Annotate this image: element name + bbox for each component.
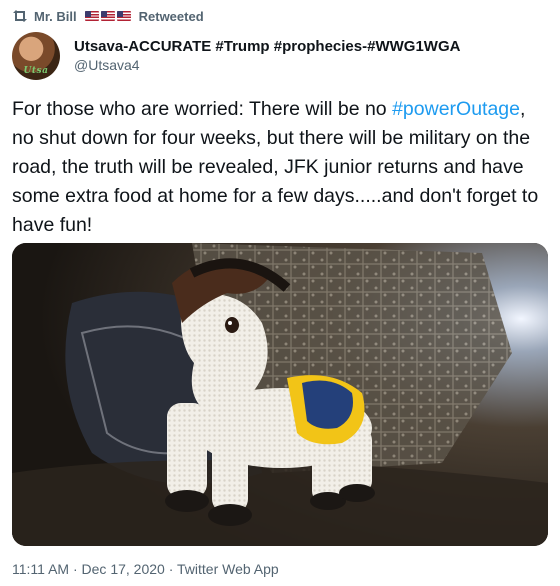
us-flag-icon [116, 11, 131, 21]
meta-separator: · [164, 561, 178, 577]
us-flag-icon [84, 11, 99, 21]
retweeted-label: Retweeted [138, 8, 204, 24]
tweet-header: Utsa Utsava-ACCURATE #Trump #prophecies-… [12, 32, 460, 80]
retweet-icon [12, 9, 28, 23]
tweet-meta: 11:11 AM · Dec 17, 2020 · Twitter Web Ap… [12, 561, 279, 577]
tweet-source[interactable]: Twitter Web App [177, 561, 279, 577]
hashtag-link[interactable]: #powerOutage [392, 98, 520, 120]
flag-emoji-group [84, 11, 131, 21]
retweet-context[interactable]: Mr. Bill Retweeted [12, 6, 204, 26]
author-handle[interactable]: @Utsava4 [74, 56, 460, 75]
us-flag-icon [100, 11, 115, 21]
author-display-name[interactable]: Utsava-ACCURATE #Trump #prophecies-#WWG1… [74, 37, 460, 56]
retweeter-name[interactable]: Mr. Bill [34, 9, 77, 24]
tweet-date[interactable]: Dec 17, 2020 [82, 561, 165, 577]
tweet-time[interactable]: 11:11 AM [12, 561, 69, 577]
tweet-image[interactable] [12, 243, 548, 546]
avatar[interactable]: Utsa [12, 32, 60, 80]
meta-separator: · [69, 561, 82, 577]
avatar-text: Utsa [23, 66, 49, 76]
tweet-text: For those who are worried: There will be… [12, 95, 548, 240]
tweet-card[interactable]: Mr. Bill Retweeted Utsa Utsava-ACCURATE … [0, 0, 560, 586]
user-block: Utsava-ACCURATE #Trump #prophecies-#WWG1… [74, 37, 460, 75]
tweet-text-part1: For those who are worried: There will be… [12, 98, 393, 120]
